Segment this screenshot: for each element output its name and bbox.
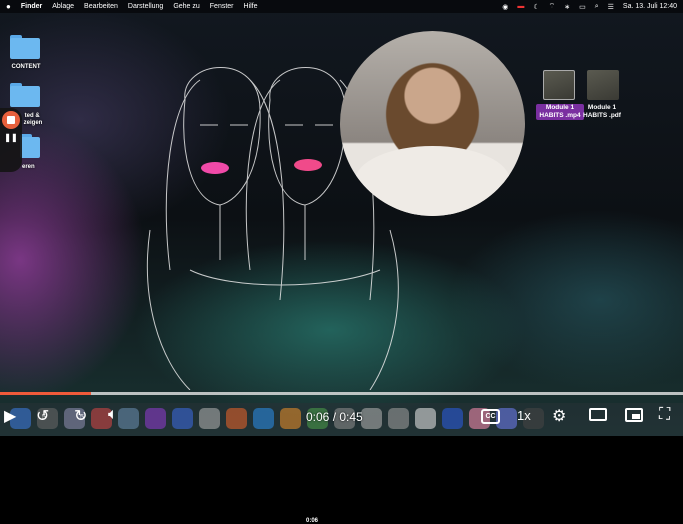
menu-gehe-zu[interactable]: Gehe zu [173, 3, 199, 10]
flag-icon[interactable]: ▬ [517, 3, 524, 10]
play-button[interactable]: ▶ [4, 406, 16, 426]
record-elapsed: 0:06 [306, 518, 319, 524]
menu-hilfe[interactable]: Hilfe [244, 3, 258, 10]
pdf-file-icon[interactable] [587, 70, 619, 100]
menu-fenster[interactable]: Fenster [210, 3, 234, 10]
menu-darstellung[interactable]: Darstellung [128, 3, 163, 10]
menu-bar: ● Finder Ablage Bearbeiten Darstellung G… [0, 0, 683, 13]
volume-icon[interactable]: 🔈︎ [108, 406, 118, 424]
rewind-seconds: 5 [42, 414, 46, 421]
screen-recorder-widget: 0:06 ❚❚ [0, 108, 318, 524]
forward-5-button[interactable]: ↻ 5 [74, 406, 87, 426]
picture-in-picture-button[interactable] [625, 408, 643, 422]
menu-finder[interactable]: Finder [21, 3, 42, 10]
folder-label: ted & zeigen [23, 113, 43, 126]
bluetooth-icon[interactable]: ∗ [564, 3, 570, 11]
folder-label: eren [22, 164, 35, 170]
file-label-pdf: Module 1 HABITS .pdf [583, 104, 621, 119]
fullscreen-button[interactable]: ⛶ [659, 406, 670, 424]
lips-right [294, 159, 322, 171]
search-icon[interactable]: ⌕ [595, 3, 599, 11]
control-center-icon[interactable]: ☰ [608, 3, 614, 11]
pause-record-button[interactable]: ❚❚ [4, 133, 17, 142]
webcam-bubble [340, 31, 525, 216]
clock[interactable]: Sa. 13. Juli 12:40 [623, 3, 677, 10]
video-progress-bar[interactable] [0, 392, 683, 395]
folder-icon[interactable] [10, 83, 40, 107]
folder-label: CONTENT [11, 64, 41, 70]
wifi-icon[interactable]: ⌔ [549, 2, 556, 11]
moon-icon[interactable]: ☾ [533, 3, 539, 11]
battery-icon[interactable]: ▭ [579, 3, 586, 11]
forward-seconds: 5 [80, 414, 84, 421]
status-icon[interactable]: ◉ [502, 3, 508, 11]
lips-left [201, 162, 229, 174]
theater-mode-button[interactable] [589, 408, 607, 421]
captions-button[interactable]: CC [481, 409, 500, 424]
stop-record-button[interactable] [2, 111, 20, 129]
rewind-5-button[interactable]: ↺ 5 [36, 406, 49, 426]
progress-fill [0, 392, 91, 395]
menu-ablage[interactable]: Ablage [52, 3, 74, 10]
time-display: 0:06 / 0:45 [306, 410, 363, 424]
folder-icon[interactable] [10, 35, 40, 59]
settings-gear-icon[interactable]: ⚙ [552, 406, 566, 426]
menu-bearbeiten[interactable]: Bearbeiten [84, 3, 118, 10]
apple-menu-icon[interactable]: ● [6, 2, 11, 11]
video-file-icon[interactable] [543, 70, 575, 100]
folder-icon[interactable] [20, 134, 40, 158]
speed-button[interactable]: 1x [517, 408, 531, 423]
file-label-mp4: Module 1 HABITS .mp4 [536, 104, 584, 120]
